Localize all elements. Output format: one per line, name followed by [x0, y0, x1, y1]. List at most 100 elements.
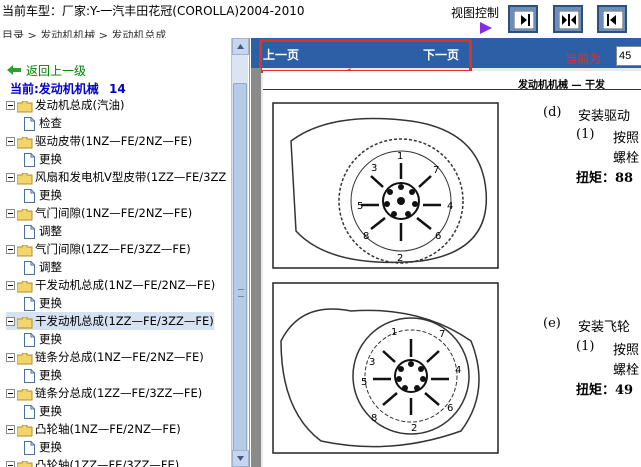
- page-header-rule: [263, 89, 641, 90]
- tree-item-label: 气门间隙(1ZZ—FE/3ZZ—FE): [35, 242, 191, 256]
- tree-doc-item[interactable]: 更换: [24, 186, 62, 204]
- tree-folder-item[interactable]: 链条分总成(1ZZ—FE/3ZZ—FE): [6, 384, 202, 402]
- document-icon: [24, 368, 35, 383]
- back-link[interactable]: 返回上一级: [26, 62, 86, 79]
- tree-item-label: 风扇和发电机V型皮带(1ZZ—FE/3ZZ: [35, 170, 227, 184]
- tree-item-label: 干发动机总成(1ZZ—FE/3ZZ—FE): [35, 314, 214, 328]
- tree-item-label: 驱动皮带(1NZ—FE/2NZ—FE): [35, 134, 193, 148]
- collapse-toggle-icon[interactable]: [6, 173, 15, 182]
- split-view-icon: [559, 11, 579, 29]
- view-split-button[interactable]: [553, 5, 583, 33]
- tree-folder-item[interactable]: 凸轮轴(1ZZ—FE/3ZZ—FE): [6, 456, 179, 467]
- folder-open-icon: [16, 460, 33, 467]
- collapse-toggle-icon[interactable]: [6, 137, 15, 146]
- folder-open-icon: [16, 424, 33, 436]
- expand-right-icon: [514, 11, 534, 29]
- tree-item-label: 发动机总成(汽油): [35, 98, 125, 112]
- tree-folder-item[interactable]: 风扇和发电机V型皮带(1ZZ—FE/3ZZ: [6, 168, 226, 186]
- folder-open-icon: [16, 136, 33, 148]
- step-d-sub-number: (1): [576, 127, 595, 142]
- tree-doc-item[interactable]: 更换: [24, 438, 62, 456]
- document-icon: [24, 224, 35, 239]
- tree-item-label: 气门间隙(1NZ—FE/2NZ—FE): [35, 206, 193, 220]
- page-margin: [251, 68, 261, 467]
- tree-folder-item[interactable]: 气门间隙(1NZ—FE/2NZ—FE): [6, 204, 192, 222]
- collapse-toggle-icon[interactable]: [6, 317, 15, 326]
- step-e-sub-number: (1): [576, 339, 595, 354]
- document-icon: [24, 296, 35, 311]
- tree-folder-item[interactable]: 发动机总成(汽油): [6, 96, 124, 114]
- figure-drive-plate: 1 2 3 4 5 6 7 8: [272, 102, 499, 269]
- collapse-toggle-icon[interactable]: [6, 245, 15, 254]
- svg-text:6: 6: [447, 403, 453, 414]
- back-arrow-icon: [7, 65, 21, 75]
- collapse-toggle-icon[interactable]: [6, 101, 15, 110]
- collapse-toggle-icon[interactable]: [6, 389, 15, 398]
- view-right-panel-button[interactable]: [597, 5, 627, 33]
- tree-doc-item[interactable]: 检查: [24, 114, 62, 132]
- collapse-toggle-icon[interactable]: [6, 353, 15, 362]
- fig1-num: 1: [397, 151, 403, 162]
- tree-doc-item[interactable]: 调整: [24, 258, 62, 276]
- scroll-down-button[interactable]: [232, 450, 249, 467]
- step-d-text: 安装驱动: [578, 109, 631, 124]
- tree-doc-item[interactable]: 更换: [24, 150, 62, 168]
- step-e-sub-text: 按照: [613, 343, 640, 358]
- step-e-sub-text2: 螺栓: [613, 363, 640, 378]
- tree-item-label: 干发动机总成(1NZ—FE/2NZ—FE): [35, 278, 216, 292]
- scroll-thumb[interactable]: [233, 83, 247, 453]
- document-panel: 上一页 下一页 当前为 发动机机械 — 干发: [251, 38, 641, 467]
- step-d-torque: 扭矩：88: [576, 171, 634, 186]
- tree-item-label: 更换: [39, 368, 62, 382]
- document-icon: [24, 188, 35, 203]
- collapse-toggle-icon[interactable]: [6, 209, 15, 218]
- tree-folder-item[interactable]: 驱动皮带(1NZ—FE/2NZ—FE): [6, 132, 192, 150]
- current-node: 当前:发动机机械 14: [10, 80, 126, 97]
- folder-open-icon: [16, 100, 33, 112]
- step-e-text: 安装飞轮: [578, 320, 631, 335]
- tree-doc-item[interactable]: 调整: [24, 222, 62, 240]
- svg-text:3: 3: [369, 357, 375, 368]
- svg-text:5: 5: [361, 377, 367, 388]
- tree-doc-item[interactable]: 更换: [24, 330, 62, 348]
- folder-open-icon: [16, 244, 33, 256]
- tree-item-label: 凸轮轴(1ZZ—FE/3ZZ—FE): [35, 458, 180, 467]
- scroll-down-icon: [237, 456, 244, 461]
- tree-folder-item[interactable]: 链条分总成(1NZ—FE/2NZ—FE): [6, 348, 204, 366]
- tree-folder-item[interactable]: 干发动机总成(1NZ—FE/2NZ—FE): [6, 276, 215, 294]
- tree-item-label: 调整: [39, 260, 62, 274]
- folder-open-icon: [16, 352, 33, 364]
- folder-open-icon: [16, 280, 33, 292]
- step-d-sub-text: 按照: [613, 131, 640, 146]
- folder-open-icon: [16, 172, 33, 184]
- tree-doc-item[interactable]: 更换: [24, 402, 62, 420]
- tree-doc-item[interactable]: 更换: [24, 366, 62, 384]
- tree-item-label: 更换: [39, 404, 62, 418]
- svg-text:8: 8: [363, 231, 369, 242]
- tree-folder-item[interactable]: 凸轮轴(1NZ—FE/2NZ—FE): [6, 420, 181, 438]
- document-icon: [24, 260, 35, 275]
- tree-item-label: 链条分总成(1ZZ—FE/3ZZ—FE): [35, 386, 203, 400]
- document-icon: [24, 404, 35, 419]
- tree-panel: 返回上一级 当前:发动机机械 14 发动机总成(汽油) 检查驱动皮带(1NZ—FE…: [0, 38, 250, 467]
- tree-folder-item[interactable]: 气门间隙(1ZZ—FE/3ZZ—FE): [6, 240, 191, 258]
- figure-flywheel: 1 7 3 4 5 6 8 2: [272, 282, 499, 454]
- step-e-number: (e): [543, 316, 561, 331]
- folder-open-icon: [16, 316, 33, 328]
- tree-item-label: 凸轮轴(1NZ—FE/2NZ—FE): [35, 422, 181, 436]
- view-control-pointer-icon: [480, 22, 492, 34]
- svg-text:2: 2: [411, 423, 417, 434]
- tree-doc-item[interactable]: 更换: [24, 294, 62, 312]
- tree-item-label: 更换: [39, 188, 62, 202]
- tree-folder-item[interactable]: 干发动机总成(1ZZ—FE/3ZZ—FE): [6, 312, 214, 330]
- tree-item-label: 链条分总成(1NZ—FE/2NZ—FE): [35, 350, 204, 364]
- tree-scrollbar[interactable]: [231, 38, 249, 467]
- svg-text:3: 3: [371, 163, 377, 174]
- tree-item-label: 更换: [39, 296, 62, 310]
- scroll-up-button[interactable]: [232, 38, 249, 55]
- collapse-toggle-icon[interactable]: [6, 281, 15, 290]
- collapse-toggle-icon[interactable]: [6, 461, 15, 467]
- svg-text:2: 2: [397, 253, 403, 264]
- view-left-panel-button[interactable]: [508, 5, 538, 33]
- collapse-toggle-icon[interactable]: [6, 425, 15, 434]
